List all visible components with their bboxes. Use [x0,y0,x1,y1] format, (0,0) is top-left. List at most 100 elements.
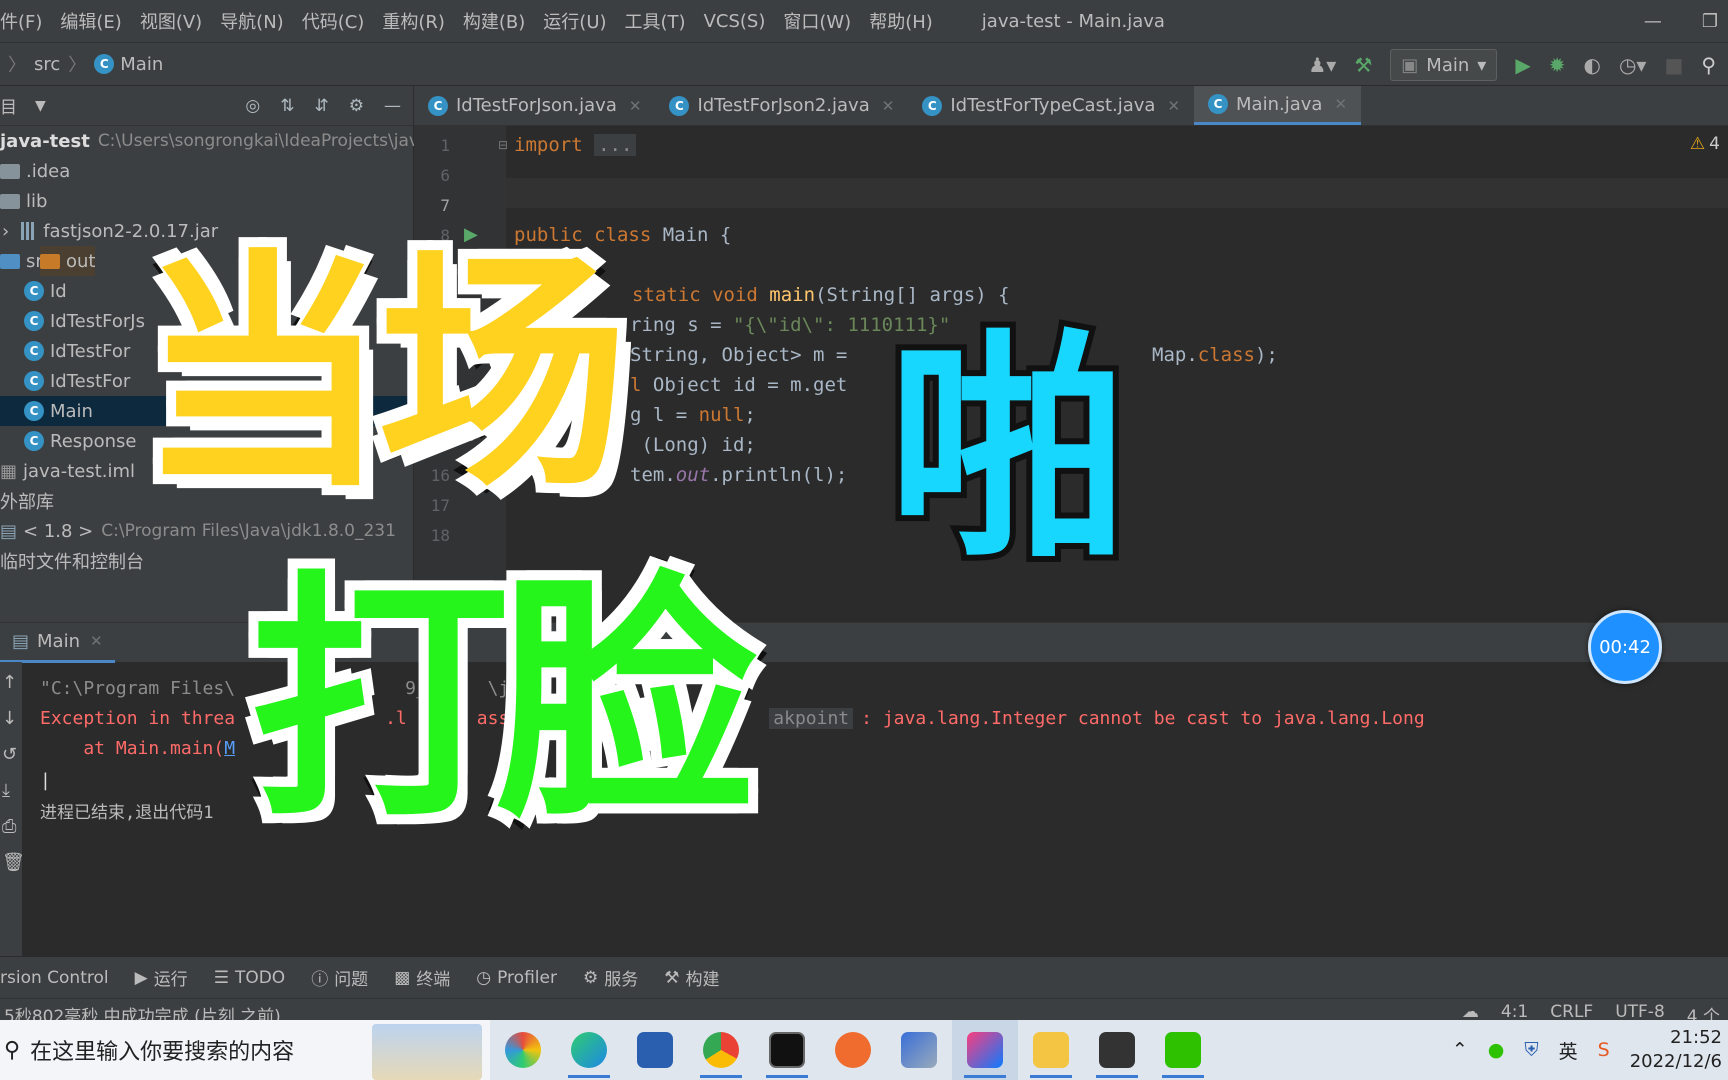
tool-label: 终端 [416,970,451,990]
code-token: out [675,464,711,486]
wrap-icon[interactable]: ↺ [2,744,17,765]
class-icon: C [428,95,448,116]
tree-item-idea[interactable]: .idea [0,156,413,186]
wechat-tray-icon[interactable]: ● [1488,1039,1505,1061]
up-icon[interactable]: ↑ [2,672,17,693]
console-caret[interactable]: | [40,770,51,791]
menu-window[interactable]: 窗口(W) [774,8,860,34]
chevron-up-icon[interactable]: ⌃ [1452,1039,1468,1061]
menu-file[interactable]: 件(F) [0,8,51,34]
run-configuration-select[interactable]: ▣ Main ▾ [1390,49,1498,81]
trash-icon[interactable]: 🗑 [2,852,25,873]
hide-icon[interactable]: — [384,96,401,116]
chevron-right-icon[interactable]: › [2,221,9,242]
stop-icon[interactable]: ■ [1664,55,1683,75]
tool-terminal[interactable]: ▩ 终端 [381,965,463,991]
tab-idtestforjson[interactable]: C IdTestForJson.java ✕ [414,86,655,125]
menu-code[interactable]: 代码(C) [293,8,374,34]
menu-view[interactable]: 视图(V) [131,8,211,34]
taskbar-app-chrome[interactable] [688,1020,754,1080]
tool-problems[interactable]: ⓘ 问题 [298,965,381,990]
tool-services[interactable]: ⚙ 服务 [570,965,651,991]
taskbar-app-powershell[interactable] [622,1020,688,1080]
clock[interactable]: 21:52 2022/12/6 [1630,1026,1722,1074]
close-icon[interactable]: ✕ [629,97,642,115]
active-indicator [1030,1075,1072,1078]
tree-root[interactable]: java-test C:\Users\songrongkai\IdeaProje… [0,126,429,156]
search-icon[interactable]: ⚲ [1701,55,1716,75]
close-icon[interactable]: ✕ [882,97,895,115]
collapse-all-icon[interactable]: ⇵ [315,96,329,116]
debug-icon[interactable]: ✹ [1549,55,1566,75]
taskbar-app-network[interactable] [886,1020,952,1080]
close-icon[interactable]: ✕ [1334,95,1347,113]
windows-taskbar: ⚲ 在这里输入你要搜索的内容 ⌃ ● ⛨ 英 S 21:52 2022/12/6 [0,1020,1728,1080]
jdk-icon: ▤ [0,520,18,542]
tool-build[interactable]: ⚒ 构建 [651,965,732,991]
taskbar-app-edge[interactable] [556,1020,622,1080]
tab-idtestfortypecast[interactable]: C IdTestForTypeCast.java ✕ [908,86,1194,125]
close-icon[interactable]: ✕ [90,632,103,650]
menu-vcs[interactable]: VCS(S) [695,11,775,32]
menu-tools[interactable]: 工具(T) [616,8,695,34]
menu-navigate[interactable]: 导航(N) [211,8,293,34]
tab-main[interactable]: C Main.java ✕ [1194,86,1362,125]
tool-todo[interactable]: ☰ TODO [201,968,299,988]
print-icon[interactable]: ⎙ [2,816,16,837]
taskbar-app-terminal[interactable] [754,1020,820,1080]
tree-item-lib[interactable]: lib [0,186,413,216]
gear-icon[interactable]: ⚙ [349,96,364,116]
taskbar-app-bilibili[interactable] [1084,1020,1150,1080]
close-icon[interactable]: ✕ [1167,97,1180,115]
menu-run[interactable]: 运行(U) [534,8,615,34]
shield-icon[interactable]: ⛨ [1524,1039,1538,1061]
menu-edit[interactable]: 编辑(E) [51,8,130,34]
fold-icon[interactable]: ⊟ [498,138,508,152]
run-icon[interactable]: ▶ [1515,55,1530,75]
menu-build[interactable]: 构建(B) [454,8,534,34]
tree-label: java-test.iml [23,460,136,482]
sogou-icon[interactable]: S [1598,1039,1610,1061]
tool-version-control[interactable]: rsion Control [0,968,122,988]
coverage-icon[interactable]: ◐ [1583,55,1600,75]
code-token: static void [632,284,758,306]
code-line: g l = null; [630,404,756,426]
tool-run[interactable]: ▶ 运行 [122,965,201,991]
fold-placeholder[interactable]: ... [594,134,637,156]
build-hammer-icon[interactable]: ⚒ [1354,55,1372,75]
breadcrumb-main[interactable]: Main [120,54,163,75]
taskbar-app-paint[interactable] [490,1020,556,1080]
taskbar-search[interactable]: ⚲ 在这里输入你要搜索的内容 [0,1020,490,1080]
menu-help[interactable]: 帮助(H) [860,8,942,34]
tool-profiler[interactable]: ◷ Profiler [463,968,570,988]
taskbar-app-postman[interactable] [820,1020,886,1080]
breadcrumb-src[interactable]: src [34,54,60,75]
profiler-icon[interactable]: ◷▾ [1619,55,1647,75]
run-tab-main[interactable]: ▤ Main ✕ [0,623,115,663]
tree-item-out[interactable]: out [40,246,96,276]
restore-icon[interactable]: ❐ [1702,11,1718,32]
class-icon: C [24,311,44,331]
tree-label: 临时文件和控制台 [0,552,144,573]
stack-trace-link[interactable]: M [224,738,235,759]
project-title[interactable]: 目 [0,93,17,118]
class-icon: C [24,281,44,301]
chevron-down-icon[interactable]: ▼ [35,98,46,114]
menu-refactor[interactable]: 重构(R) [373,8,454,34]
locate-icon[interactable]: ◎ [245,96,260,116]
taskbar-app-intellij[interactable] [952,1020,1018,1080]
expand-all-icon[interactable]: ⇅ [280,96,294,116]
ime-indicator[interactable]: 英 [1559,1037,1578,1064]
tab-idtestforjson2[interactable]: C IdTestForJson2.java ✕ [655,86,908,125]
create-breakpoint-link[interactable]: akpoint [769,708,854,729]
scroll-end-icon[interactable]: ⤓ [2,780,10,801]
network-icon [901,1032,937,1068]
tree-label: lib [26,190,48,212]
down-icon[interactable]: ↓ [2,708,17,729]
inspection-widget[interactable]: ⚠ 4 [1690,134,1720,154]
minimize-icon[interactable]: — [1644,11,1662,32]
taskbar-app-wechat[interactable] [1150,1020,1216,1080]
taskbar-app-explorer[interactable] [1018,1020,1084,1080]
user-icon[interactable]: ♟▾ [1308,55,1336,75]
tree-item-jdk[interactable]: ▤ < 1.8 > C:\Program Files\Java\jdk1.8.0_2… [0,516,413,546]
